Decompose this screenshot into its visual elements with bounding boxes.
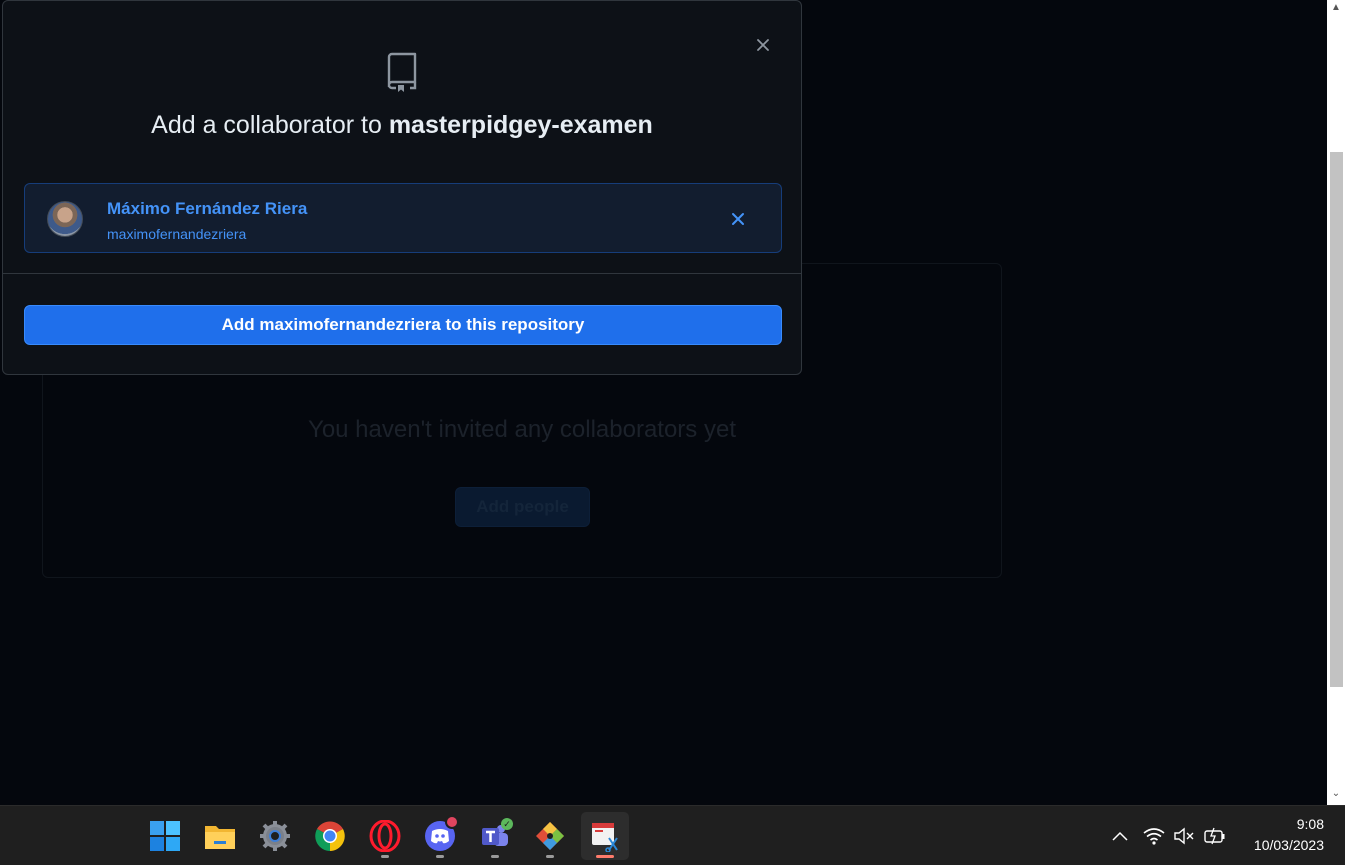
scroll-down-arrow-icon[interactable]: ⌄	[1327, 788, 1345, 799]
running-indicator	[546, 855, 554, 858]
repository-name: masterpidgey-examen	[388, 111, 653, 139]
opera-icon	[369, 820, 401, 852]
chrome-icon	[315, 821, 345, 851]
page-scrollbar[interactable]: ▲ ⌄	[1327, 0, 1345, 805]
repo-icon	[387, 52, 417, 92]
dialog-divider	[3, 273, 801, 274]
running-indicator	[436, 855, 444, 858]
avatar	[47, 201, 83, 237]
taskbar-discord[interactable]	[416, 812, 464, 860]
scrollbar-thumb[interactable]	[1330, 152, 1343, 687]
running-indicator	[381, 855, 389, 858]
battery-icon	[1204, 827, 1225, 845]
show-hidden-icons-icon	[1112, 831, 1128, 841]
taskbar-git-client[interactable]	[526, 812, 574, 860]
add-collaborator-dialog: Add a collaborator to masterpidgey-exame…	[2, 0, 802, 375]
taskbar-file-explorer[interactable]	[196, 812, 244, 860]
collaborator-name: Máximo Fernández Riera	[107, 199, 308, 218]
close-dialog-button[interactable]	[751, 33, 775, 57]
dialog-title-prefix: Add a collaborator to	[151, 111, 389, 139]
network-status[interactable]	[1142, 824, 1166, 848]
scroll-up-arrow-icon[interactable]: ▲	[1327, 2, 1345, 13]
start-button[interactable]	[141, 812, 189, 860]
close-icon	[732, 213, 744, 225]
start-icon	[150, 821, 180, 851]
git-icon	[536, 822, 564, 850]
volume-muted-icon	[1174, 827, 1194, 845]
system-clock[interactable]: 9:08 10/03/2023	[1232, 814, 1324, 856]
settings-icon	[260, 821, 290, 851]
taskbar-snipping-tool[interactable]	[581, 812, 629, 860]
remove-selected-user-button[interactable]	[727, 208, 749, 230]
add-people-button[interactable]: Add people	[455, 487, 590, 527]
taskbar-teams[interactable]: ✓	[471, 812, 519, 860]
file-explorer-icon	[205, 826, 235, 849]
status-available-icon: ✓	[501, 818, 513, 830]
wifi-icon	[1143, 828, 1165, 845]
clock-date: 10/03/2023	[1253, 837, 1324, 853]
volume-control[interactable]	[1172, 824, 1196, 848]
selected-collaborator-card: Máximo Fernández Riera maximofernandezri…	[24, 183, 782, 253]
notification-badge	[445, 815, 459, 829]
empty-state-title: You haven't invited any collaborators ye…	[308, 416, 736, 443]
taskbar-settings[interactable]	[251, 812, 299, 860]
close-icon	[757, 39, 769, 51]
taskbar-chrome[interactable]	[306, 812, 354, 860]
battery-status[interactable]	[1203, 824, 1227, 848]
show-hidden-icons-button[interactable]	[1108, 824, 1132, 848]
collaborator-login: maximofernandezriera	[107, 226, 247, 242]
active-indicator	[596, 855, 614, 858]
dialog-title: Add a collaborator to masterpidgey-exame…	[3, 111, 801, 140]
windows-taskbar: ✓ 9:08 10/03/2023	[0, 805, 1345, 865]
taskbar-opera[interactable]	[361, 812, 409, 860]
running-indicator	[491, 855, 499, 858]
clock-time: 9:08	[1296, 816, 1324, 832]
add-collaborator-confirm-button[interactable]: Add maximofernandezriera to this reposit…	[24, 305, 782, 345]
snipping-tool-icon	[592, 823, 618, 852]
